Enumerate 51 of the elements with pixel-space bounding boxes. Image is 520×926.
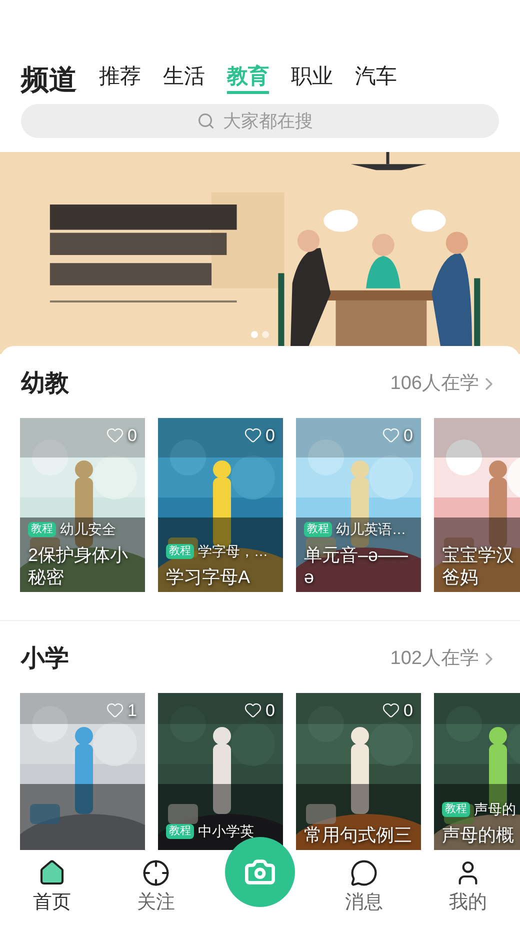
card-title: 宝宝学汉爸妈 — [442, 544, 515, 588]
like-count: 0 — [128, 426, 137, 444]
nav-tab[interactable]: 我的 — [416, 858, 520, 918]
card-subtitle: 幼儿英语… — [336, 520, 406, 539]
like-count: 0 — [404, 702, 413, 718]
card-title: 单元音–ə–––ə — [304, 544, 410, 588]
card-title: 学习字母A — [166, 566, 252, 588]
like-count: 0 — [266, 702, 275, 718]
learners-link[interactable]: 106人在学 — [390, 370, 499, 398]
nav-tab[interactable]: 消息 — [312, 858, 416, 918]
search-input[interactable]: 大家都在搜 — [223, 108, 323, 134]
tag: 教程 — [442, 802, 470, 817]
nav-tab[interactable]: 关注 — [104, 858, 208, 918]
channel-tab[interactable]: 生活 — [163, 66, 205, 94]
channel-tab[interactable]: 汽车 — [355, 66, 397, 94]
tag: 教程 — [304, 522, 332, 537]
card-title: 常用句式例三 — [304, 824, 413, 846]
video-card[interactable]: 0 教程 中小学英 — [158, 693, 283, 850]
card-subtitle: 幼儿安全 — [60, 520, 116, 539]
channel-tab[interactable]: 推荐 — [99, 66, 141, 94]
card-subtitle: 中小学英 — [198, 822, 254, 841]
tag: 教程 — [28, 522, 56, 537]
search-icon — [197, 112, 215, 130]
video-card[interactable]: 0 常用句式例三 — [296, 693, 421, 850]
heart-icon[interactable] — [382, 701, 400, 719]
heart-icon[interactable] — [244, 701, 262, 719]
page-title: 频道 — [21, 66, 77, 94]
like-count: 0 — [266, 426, 275, 444]
search-field[interactable]: 大家都在搜 — [21, 104, 499, 138]
heart-icon[interactable] — [244, 426, 262, 444]
video-card[interactable]: 宝宝学汉爸妈 — [434, 418, 520, 592]
video-card[interactable]: 0 教程 幼儿英语… 单元音–ə–––ə — [296, 418, 421, 592]
card-subtitle: 学字母，… — [198, 542, 268, 561]
video-card[interactable]: 0 教程 幼儿安全 2保护身体小秘密 — [20, 418, 145, 592]
card-subtitle: 声母的 — [474, 800, 516, 819]
like-count: 1 — [128, 702, 137, 718]
card-title: 2保护身体小秘密 — [28, 544, 130, 588]
target-icon — [142, 858, 170, 887]
like-count: 0 — [404, 426, 413, 444]
card-title: 声母的概 — [442, 824, 515, 846]
section-title: 小学 — [21, 644, 69, 674]
learners-link[interactable]: 102人在学 — [390, 644, 499, 674]
video-card[interactable]: 0 教程 学字母，… 学习字母A — [158, 418, 283, 592]
tag: 教程 — [166, 824, 194, 839]
nav-tab[interactable]: 首页 — [0, 858, 104, 918]
video-card[interactable]: 教程 声母的 声母的概 — [434, 693, 520, 850]
tag: 教程 — [166, 544, 194, 559]
section-title: 幼教 — [21, 369, 69, 399]
channel-tab[interactable]: 职业 — [291, 66, 333, 94]
chat-bubble-icon — [350, 858, 378, 887]
home-icon — [38, 858, 66, 887]
